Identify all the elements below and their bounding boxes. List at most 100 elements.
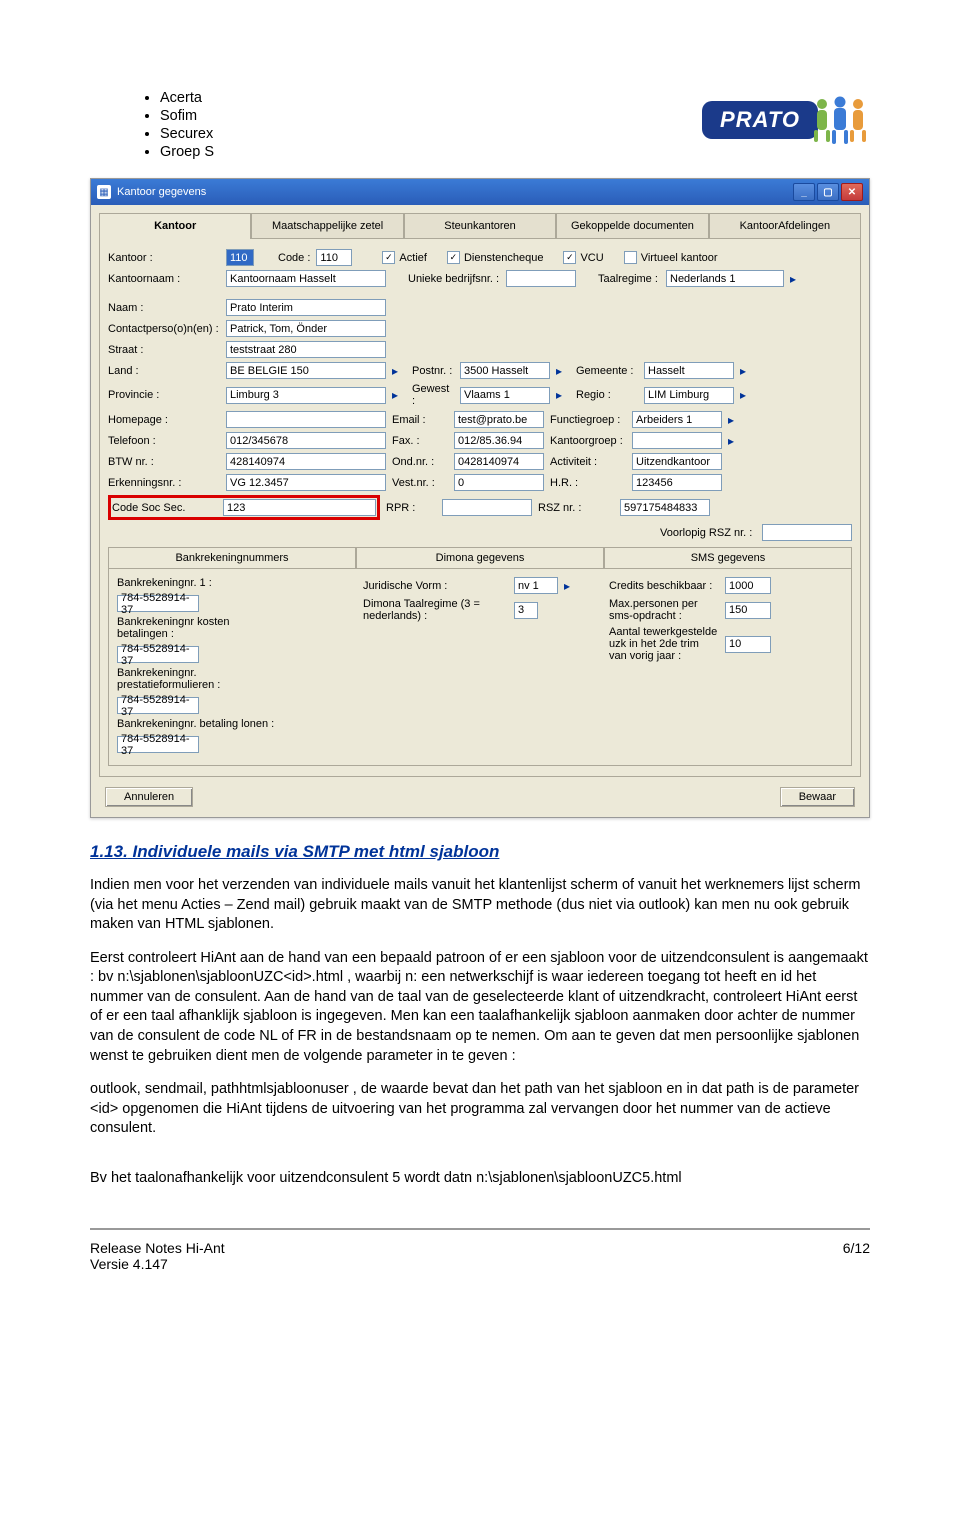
window-icon: ▦	[97, 185, 111, 199]
arrow-icon[interactable]: ▸	[556, 388, 570, 402]
aantal-input[interactable]: 10	[725, 636, 771, 653]
regio-input[interactable]: LIM Limburg	[644, 387, 734, 404]
bank4-input[interactable]: 784-5528914-37	[117, 736, 199, 753]
unieke-input[interactable]	[506, 270, 576, 287]
label: Fax. :	[392, 435, 448, 447]
tab-kantoor[interactable]: Kantoor	[99, 213, 251, 239]
erkenning-input[interactable]: VG 12.3457	[226, 474, 386, 491]
functiegroep-input[interactable]: Arbeiders 1	[632, 411, 722, 428]
virtueel-checkbox[interactable]: Virtueel kantoor	[624, 251, 718, 264]
subtab-bank[interactable]: Bankrekeningnummers	[108, 547, 356, 569]
label: Provincie :	[108, 389, 220, 401]
paragraph: Bv het taalonafhankelijk voor uitzendcon…	[90, 1169, 870, 1189]
close-button[interactable]: ✕	[841, 183, 863, 201]
label: Aantal tewerkgestelde uzk in het 2de tri…	[609, 626, 719, 662]
email-input[interactable]: test@prato.be	[454, 411, 544, 428]
arrow-icon[interactable]: ▸	[392, 364, 406, 378]
homepage-input[interactable]	[226, 411, 386, 428]
postnr-input[interactable]: 3500 Hasselt	[460, 362, 550, 379]
vestnr-input[interactable]: 0	[454, 474, 544, 491]
kantoor-input[interactable]: 110	[226, 249, 254, 266]
straat-input[interactable]: teststraat 280	[226, 341, 386, 358]
arrow-icon[interactable]: ▸	[564, 579, 578, 593]
contact-input[interactable]: Patrick, Tom, Önder	[226, 320, 386, 337]
label: Activiteit :	[550, 456, 626, 468]
highlight-box: Code Soc Sec. 123	[108, 495, 380, 520]
rpr-input[interactable]	[442, 499, 532, 516]
bank1-input[interactable]: 784-5528914-37	[117, 595, 199, 612]
arrow-icon[interactable]: ▸	[740, 388, 754, 402]
paragraph: Eerst controleert HiAnt aan de hand van …	[90, 949, 870, 1066]
fax-input[interactable]: 012/85.36.94	[454, 432, 544, 449]
label: Gewest :	[412, 383, 454, 407]
tab-steunkantoren[interactable]: Steunkantoren	[404, 213, 556, 239]
tab-maatschappelijke[interactable]: Maatschappelijke zetel	[251, 213, 403, 239]
taalregime-input[interactable]: Nederlands 1	[666, 270, 784, 287]
maxp-input[interactable]: 150	[725, 602, 771, 619]
footer-divider	[90, 1228, 870, 1230]
naam-input[interactable]: Prato Interim	[226, 299, 386, 316]
arrow-icon[interactable]: ▸	[790, 272, 804, 286]
code-input[interactable]: 110	[316, 249, 352, 266]
window-title: Kantoor gegevens	[117, 186, 206, 198]
provincie-input[interactable]: Limburg 3	[226, 387, 386, 404]
label: H.R. :	[550, 477, 626, 489]
label: Bankrekeningnr. prestatieformulieren :	[117, 667, 277, 691]
bank3-input[interactable]: 784-5528914-37	[117, 697, 199, 714]
actief-checkbox[interactable]: ✓Actief	[382, 251, 427, 264]
kantoornaam-input[interactable]: Kantoornaam Hasselt	[226, 270, 386, 287]
label: Kantoor :	[108, 252, 220, 264]
ondnr-input[interactable]: 0428140974	[454, 453, 544, 470]
dimona-input[interactable]: 3	[514, 602, 538, 619]
label: Max.personen per sms-opdracht :	[609, 598, 719, 622]
app-screenshot: ▦ Kantoor gegevens _ ▢ ✕ Kantoor Maatsch…	[90, 178, 870, 818]
label: Code :	[278, 252, 310, 264]
telefoon-input[interactable]: 012/345678	[226, 432, 386, 449]
label: Telefoon :	[108, 435, 220, 447]
arrow-icon[interactable]: ▸	[392, 388, 406, 402]
brand-logo: PRATO	[620, 90, 870, 150]
label: Taalregime :	[598, 273, 660, 285]
label: Kantoorgroep :	[550, 435, 626, 447]
brand-name: PRATO	[702, 101, 818, 139]
voorlopig-input[interactable]	[762, 524, 852, 541]
credits-input[interactable]: 1000	[725, 577, 771, 594]
label: Bankrekeningnr. 1 :	[117, 577, 277, 589]
jurvorm-input[interactable]: nv 1	[514, 577, 558, 594]
bewaar-button[interactable]: Bewaar	[780, 787, 855, 807]
subtab-sms[interactable]: SMS gegevens	[604, 547, 852, 569]
btw-input[interactable]: 428140974	[226, 453, 386, 470]
footer-page-number: 6/12	[843, 1240, 870, 1272]
maximize-button[interactable]: ▢	[817, 183, 839, 201]
arrow-icon[interactable]: ▸	[728, 413, 742, 427]
label: Straat :	[108, 344, 220, 356]
dienstencheque-checkbox[interactable]: ✓Dienstencheque	[447, 251, 544, 264]
subtab-dimona[interactable]: Dimona gegevens	[356, 547, 604, 569]
label: Email :	[392, 414, 448, 426]
activiteit-input[interactable]: Uitzendkantoor	[632, 453, 722, 470]
kantoorgroep-input[interactable]	[632, 432, 722, 449]
vcu-checkbox[interactable]: ✓VCU	[563, 251, 603, 264]
hr-input[interactable]: 123456	[632, 474, 722, 491]
label: Functiegroep :	[550, 414, 626, 426]
rsz-input[interactable]: 597175484833	[620, 499, 710, 516]
codesoc-input[interactable]: 123	[223, 499, 376, 516]
tab-gekoppelde[interactable]: Gekoppelde documenten	[556, 213, 708, 239]
label: Erkenningsnr. :	[108, 477, 220, 489]
paragraph: outlook, sendmail, pathhtmlsjabloonuser …	[90, 1080, 870, 1139]
arrow-icon[interactable]: ▸	[728, 434, 742, 448]
annuleren-button[interactable]: Annuleren	[105, 787, 193, 807]
tab-afdelingen[interactable]: KantoorAfdelingen	[709, 213, 861, 239]
label: Dimona Taalregime (3 = nederlands) :	[363, 598, 508, 622]
label: Naam :	[108, 302, 220, 314]
arrow-icon[interactable]: ▸	[740, 364, 754, 378]
gewest-input[interactable]: Vlaams 1	[460, 387, 550, 404]
paragraph: Indien men voor het verzenden van indivi…	[90, 876, 870, 935]
land-input[interactable]: BE BELGIE 150	[226, 362, 386, 379]
minimize-button[interactable]: _	[793, 183, 815, 201]
bank2-input[interactable]: 784-5528914-37	[117, 646, 199, 663]
gemeente-input[interactable]: Hasselt	[644, 362, 734, 379]
arrow-icon[interactable]: ▸	[556, 364, 570, 378]
label: Bankrekeningnr kosten betalingen :	[117, 616, 277, 640]
label: Homepage :	[108, 414, 220, 426]
